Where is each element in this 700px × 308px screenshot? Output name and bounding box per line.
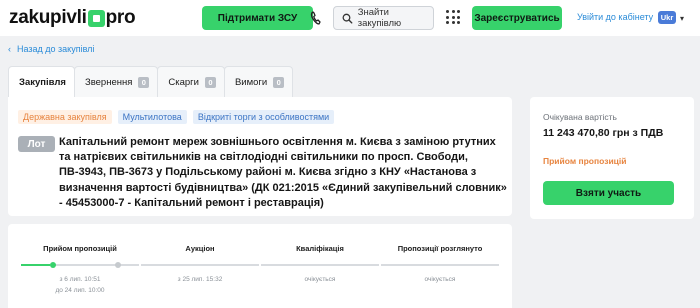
apps-grid-icon[interactable] xyxy=(446,10,460,24)
tab-complaints[interactable]: Скарги 0 xyxy=(157,66,225,97)
back-link[interactable]: ‹ Назад до закупівлі xyxy=(8,44,94,54)
logo-text-left: zakupivli xyxy=(9,7,87,28)
tab-label: Звернення xyxy=(84,76,133,88)
tab-appeals[interactable]: Звернення 0 xyxy=(73,66,159,97)
language-selector[interactable]: Ukr xyxy=(658,11,676,24)
tab-claims[interactable]: Вимоги 0 xyxy=(223,66,294,97)
stage-current-dot xyxy=(50,262,56,268)
stage-title: Кваліфікація xyxy=(296,244,344,253)
stage-track xyxy=(261,264,379,266)
stage-status-note: очікується xyxy=(304,276,336,283)
back-link-label: Назад до закупівлі xyxy=(17,44,95,54)
timeline: Прийом пропозицій з 6 лип. 10:51 до 24 л… xyxy=(8,224,512,308)
tab-bar: Закупівля Звернення 0 Скарги 0 Вимоги 0 xyxy=(8,66,294,97)
lot-badge: Лот xyxy=(18,136,55,152)
stage-date-from: з 25 лип. 15:32 xyxy=(177,276,223,283)
tag-multilot: Мультилотова xyxy=(117,110,187,124)
expected-value-label: Очікувана вартість xyxy=(543,112,617,122)
tab-label: Скарги xyxy=(168,76,199,88)
tab-procurement[interactable]: Закупівля xyxy=(8,66,75,97)
search-label: Знайти закупівлю xyxy=(357,7,402,29)
stage-progress-fill xyxy=(21,264,51,266)
phone-icon[interactable] xyxy=(309,10,323,26)
tag-list: Державна закупівля Мультилотова Відкриті… xyxy=(18,110,335,124)
tag-procedure-type: Відкриті торги з особливостями xyxy=(192,110,335,124)
tender-status: Прийом пропозицій xyxy=(543,156,627,166)
take-part-button[interactable]: Взяти участь xyxy=(543,181,674,205)
tab-count-badge: 0 xyxy=(273,76,285,88)
expected-value: 11 243 470,80 грн з ПДВ xyxy=(543,127,664,139)
top-header: zakupivli pro Підтримати ЗСУ Знайти закуп… xyxy=(0,0,700,36)
stage-track xyxy=(141,264,259,266)
stage-date-from: з 6 лип. 10:51 xyxy=(59,276,101,283)
tender-card: Державна закупівля Мультилотова Відкриті… xyxy=(8,97,512,216)
stage-date-to: до 24 лип. 10:00 xyxy=(55,287,105,294)
logo[interactable]: zakupivli pro xyxy=(9,7,136,29)
chevron-down-icon[interactable]: ▾ xyxy=(680,14,684,23)
price-card: Очікувана вартість 11 243 470,80 грн з П… xyxy=(530,97,694,219)
tab-count-badge: 0 xyxy=(204,76,216,88)
logo-text-right: pro xyxy=(105,7,136,28)
register-button[interactable]: Зареєструватись xyxy=(472,6,562,30)
stage-track xyxy=(381,264,499,266)
stage-end-dot xyxy=(115,262,121,268)
login-link[interactable]: Увійти до кабінету xyxy=(577,12,653,22)
stage-title: Аукціон xyxy=(185,244,215,253)
stage-title: Пропозиції розглянуто xyxy=(397,244,483,253)
lot-title: Капітальний ремонт мереж зовнішнього осв… xyxy=(59,136,507,209)
stage-title: Прийом пропозицій xyxy=(43,244,117,253)
search-icon xyxy=(342,13,353,24)
search-box[interactable]: Знайти закупівлю xyxy=(333,6,434,30)
tab-label: Вимоги xyxy=(234,76,268,88)
tab-count-badge: 0 xyxy=(138,76,150,88)
tag-state-procurement: Державна закупівля xyxy=(18,110,112,124)
logo-mark-icon xyxy=(87,9,105,27)
stage-status-note: очікується xyxy=(424,276,456,283)
tab-label: Закупівля xyxy=(19,76,66,88)
support-button[interactable]: Підтримати ЗСУ xyxy=(202,6,313,30)
chevron-left-icon: ‹ xyxy=(8,44,11,54)
